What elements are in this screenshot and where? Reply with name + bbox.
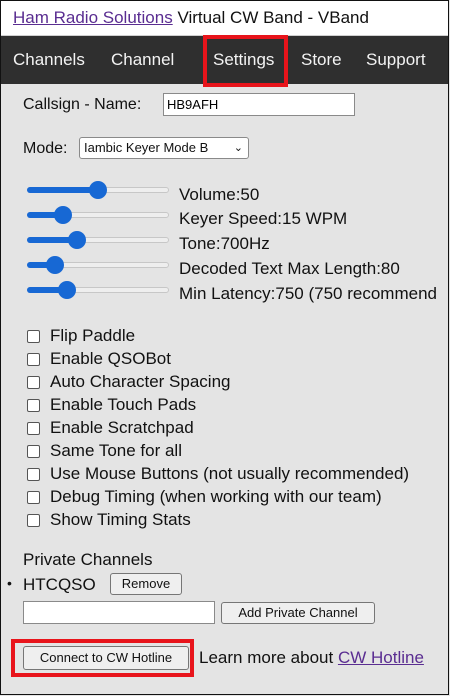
private-channel-input[interactable]	[23, 601, 215, 624]
checkbox-label: Same Tone for all	[50, 441, 182, 460]
learn-more-text: Learn more about	[199, 648, 334, 667]
callsign-input[interactable]	[163, 93, 355, 116]
tab-store[interactable]: Store	[301, 36, 342, 84]
private-channel-name: HTCQSO	[23, 575, 96, 594]
private-channels-heading: Private Channels	[23, 550, 153, 569]
slider-fill	[27, 187, 98, 193]
checkbox-box[interactable]	[27, 444, 40, 458]
checkbox-label: Enable Scratchpad	[50, 418, 194, 437]
cw-hotline-link[interactable]: CW Hotline	[338, 648, 424, 667]
auto-char-spacing-checkbox[interactable]: Auto Character Spacing	[27, 372, 231, 392]
title-bar: Ham Radio Solutions Virtual CW Band - VB…	[1, 1, 448, 36]
tone-label: Tone:700Hz	[179, 234, 270, 253]
mode-select[interactable]: Iambic Keyer Mode B ⌄	[79, 137, 249, 159]
tone-slider[interactable]	[27, 231, 169, 249]
checkbox-label: Use Mouse Buttons (not usually recommend…	[50, 464, 410, 483]
slider-thumb[interactable]	[53, 206, 72, 224]
chevron-down-icon: ⌄	[233, 142, 243, 154]
enable-touch-pads-checkbox[interactable]: Enable Touch Pads	[27, 395, 196, 415]
keyer-speed-slider[interactable]	[27, 206, 169, 224]
checkbox-label: Enable QSOBot	[50, 349, 171, 368]
checkbox-box[interactable]	[27, 375, 40, 389]
slider-thumb[interactable]	[46, 256, 65, 274]
checkbox-label: Flip Paddle	[50, 326, 136, 345]
volume-label: Volume:50	[179, 185, 260, 204]
decoded-text-slider[interactable]	[27, 256, 169, 274]
mode-label: Mode:	[23, 140, 68, 157]
slider-thumb[interactable]	[67, 231, 86, 249]
checkbox-box[interactable]	[27, 398, 40, 412]
checkbox-label: Enable Touch Pads	[50, 395, 197, 414]
vband-settings-page: Ham Radio Solutions Virtual CW Band - VB…	[0, 0, 449, 695]
min-latency-slider[interactable]	[27, 281, 169, 299]
tab-channels[interactable]: Channels	[13, 36, 85, 84]
keyer-speed-label: Keyer Speed:15 WPM	[179, 209, 348, 228]
nav-bar: Channels Channel Settings Store Support	[1, 36, 448, 84]
callsign-label: Callsign - Name:	[23, 96, 142, 113]
min-latency-label: Min Latency:750 (750 recommend	[179, 284, 437, 303]
site-link[interactable]: Ham Radio Solutions	[13, 8, 173, 27]
checkbox-box[interactable]	[27, 513, 40, 527]
same-tone-checkbox[interactable]: Same Tone for all	[27, 441, 182, 461]
checkbox-box[interactable]	[27, 490, 40, 504]
tab-settings[interactable]: Settings	[213, 36, 274, 84]
page-title: Virtual CW Band - VBand	[177, 8, 369, 27]
hotline-learn-more: Learn more about CW Hotline	[199, 648, 424, 668]
mode-select-value: Iambic Keyer Mode B	[84, 140, 209, 155]
remove-channel-button[interactable]: Remove	[110, 573, 182, 595]
checkbox-box[interactable]	[27, 329, 40, 343]
checkbox-label: Show Timing Stats	[50, 510, 191, 529]
checkbox-label: Auto Character Spacing	[50, 372, 231, 391]
show-timing-stats-checkbox[interactable]: Show Timing Stats	[27, 510, 191, 530]
connect-hotline-button[interactable]: Connect to CW Hotline	[23, 646, 189, 670]
decoded-text-label: Decoded Text Max Length:80	[179, 259, 400, 278]
tab-channel[interactable]: Channel	[111, 36, 174, 84]
checkbox-box[interactable]	[27, 352, 40, 366]
enable-qsobot-checkbox[interactable]: Enable QSOBot	[27, 349, 171, 369]
volume-slider[interactable]	[27, 181, 169, 199]
slider-thumb[interactable]	[57, 281, 76, 299]
tab-support[interactable]: Support	[366, 36, 426, 84]
checkbox-label: Debug Timing (when working with our team…	[50, 487, 382, 506]
add-private-channel-button[interactable]: Add Private Channel	[221, 602, 375, 624]
flip-paddle-checkbox[interactable]: Flip Paddle	[27, 326, 135, 346]
checkbox-box[interactable]	[27, 421, 40, 435]
slider-thumb[interactable]	[89, 181, 107, 199]
enable-scratchpad-checkbox[interactable]: Enable Scratchpad	[27, 418, 194, 438]
debug-timing-checkbox[interactable]: Debug Timing (when working with our team…	[27, 487, 382, 507]
checkbox-box[interactable]	[27, 467, 40, 481]
list-bullet: •	[7, 575, 12, 591]
mouse-buttons-checkbox[interactable]: Use Mouse Buttons (not usually recommend…	[27, 464, 409, 484]
